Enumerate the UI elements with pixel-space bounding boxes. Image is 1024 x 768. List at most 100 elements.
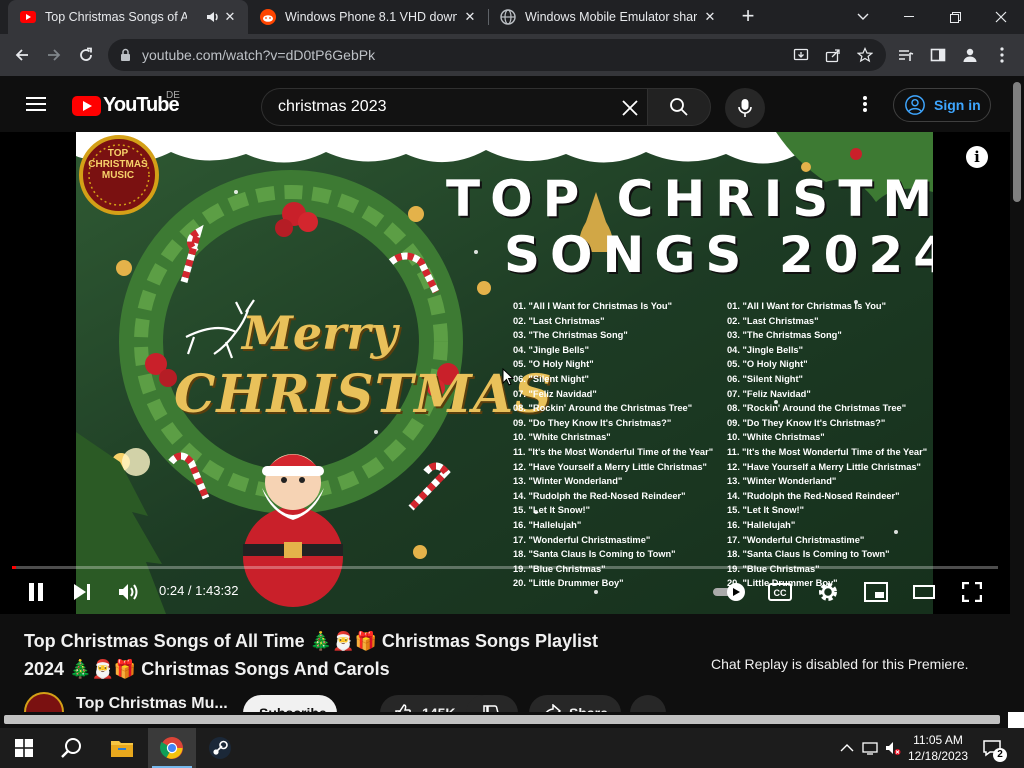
theater-mode-button[interactable] xyxy=(910,580,938,604)
star-icon[interactable] xyxy=(857,47,873,63)
url-text[interactable]: youtube.com/watch?v=dD0tP6GebPk xyxy=(142,47,375,63)
address-bar[interactable]: youtube.com/watch?v=dD0tP6GebPk xyxy=(108,39,886,71)
clear-search-icon[interactable] xyxy=(620,98,640,118)
globe-icon xyxy=(500,9,516,25)
new-tab-button[interactable]: + xyxy=(736,5,760,29)
share-icon[interactable] xyxy=(825,47,841,63)
network-icon[interactable] xyxy=(862,740,878,756)
badge-line: TOP xyxy=(107,148,129,159)
horizontal-scrollbar[interactable] xyxy=(0,712,1024,728)
close-icon xyxy=(995,11,1007,23)
song-list-item: 04. "Jingle Bells" xyxy=(513,344,589,355)
youtube-header: YouTube DE christmas 2023 Sign in xyxy=(0,76,1024,132)
action-center-button[interactable]: 2 xyxy=(982,738,1007,763)
minimize-icon xyxy=(904,16,914,17)
song-list-item: 01. "All I Want for Christmas Is You" xyxy=(727,301,886,311)
song-list-item: 11. "It's the Most Wonderful Time of the… xyxy=(513,446,714,457)
minimize-button[interactable] xyxy=(886,0,932,34)
vertical-scrollbar[interactable] xyxy=(1010,76,1024,712)
song-list-item: 01. "All I Want for Christmas Is You" xyxy=(513,301,672,311)
miniplayer-button[interactable] xyxy=(862,580,890,604)
taskbar-search-button[interactable] xyxy=(48,728,96,768)
tab-emulator[interactable]: Windows Mobile Emulator share ✕ xyxy=(488,0,728,34)
search-query[interactable]: christmas 2023 xyxy=(278,98,387,116)
country-code: DE xyxy=(166,90,180,101)
chrome-taskbar-button[interactable] xyxy=(148,728,196,768)
info-icon[interactable]: i xyxy=(966,146,988,168)
autoplay-toggle[interactable] xyxy=(712,580,748,604)
pause-button[interactable] xyxy=(22,580,50,604)
channel-name[interactable]: Top Christmas Mu... xyxy=(76,695,228,713)
thumbnail-merry: Merry xyxy=(242,306,398,360)
restore-button[interactable] xyxy=(932,0,978,34)
reload-icon xyxy=(80,47,92,61)
scrollbar-corner xyxy=(1008,712,1024,728)
steam-taskbar-button[interactable] xyxy=(196,728,244,768)
song-list-item: 09. "Do They Know It's Christmas?" xyxy=(513,417,672,428)
close-tab-icon[interactable]: ✕ xyxy=(222,9,238,25)
close-tab-icon[interactable]: ✕ xyxy=(462,9,478,25)
song-list-item: 05. "O Holy Night" xyxy=(727,359,808,370)
skip-next-icon xyxy=(74,584,90,600)
song-list-item: 10. "White Christmas" xyxy=(727,432,825,443)
gear-icon xyxy=(819,583,837,601)
fullscreen-button[interactable] xyxy=(958,580,986,604)
search-button[interactable] xyxy=(647,88,711,126)
forward-button[interactable] xyxy=(42,43,66,67)
search-input[interactable]: christmas 2023 xyxy=(261,88,648,126)
song-list-item: 06. "Silent Night" xyxy=(513,373,589,384)
steam-icon xyxy=(209,737,231,759)
settings-more-icon[interactable] xyxy=(855,94,875,114)
tab-title: Windows Phone 8.1 VHD download xyxy=(285,10,457,24)
video-title-line: 2024 🎄🎅🎁 Christmas Songs And Carols xyxy=(24,659,390,679)
song-list-item: 06. "Silent Night" xyxy=(727,373,803,384)
volume-muted-icon[interactable] xyxy=(885,740,901,756)
mute-button[interactable] xyxy=(115,580,143,604)
sign-in-button[interactable]: Sign in xyxy=(893,88,991,122)
voice-search-button[interactable] xyxy=(725,88,765,128)
song-list-item: 12. "Have Yourself a Merry Little Christ… xyxy=(513,461,707,472)
reload-button[interactable] xyxy=(74,43,98,67)
close-window-button[interactable] xyxy=(978,0,1024,34)
close-tab-icon[interactable]: ✕ xyxy=(702,9,718,25)
file-explorer-button[interactable] xyxy=(98,728,146,768)
profile-button[interactable] xyxy=(958,43,982,67)
channel-avatar[interactable] xyxy=(24,692,64,714)
song-list-item: 03. "The Christmas Song" xyxy=(513,330,628,341)
mouse-cursor-icon xyxy=(502,368,514,386)
speaker-icon[interactable] xyxy=(206,10,220,27)
media-controls-button[interactable] xyxy=(894,43,918,67)
browser-toolbar: youtube.com/watch?v=dD0tP6GebPk xyxy=(0,34,1024,76)
youtube-logo[interactable]: YouTube DE xyxy=(72,90,180,117)
thumbnail-headline-1: TOP CHRISTMAS xyxy=(446,170,933,228)
system-clock[interactable]: 11:05 AM 12/18/2023 xyxy=(900,732,976,764)
song-list-item: 15. "Let It Snow!" xyxy=(513,505,590,516)
song-list-item: 17. "Wonderful Christmastime" xyxy=(727,534,865,545)
tab-reddit[interactable]: Windows Phone 8.1 VHD download ✕ xyxy=(248,0,488,34)
tab-youtube[interactable]: Top Christmas Songs of All Time ✕ xyxy=(8,0,248,34)
next-button[interactable] xyxy=(68,580,96,604)
subtitles-button[interactable]: CC xyxy=(766,580,794,604)
tab-title: Top Christmas Songs of All Time xyxy=(45,10,187,24)
song-list-item: 17. "Wonderful Christmastime" xyxy=(513,534,651,545)
settings-button[interactable] xyxy=(814,580,842,604)
install-icon[interactable] xyxy=(793,47,809,63)
chevron-up-icon[interactable] xyxy=(839,740,855,756)
tab-search-button[interactable] xyxy=(840,0,886,34)
video-title-line: Top Christmas Songs of All Time 🎄🎅🎁 Chri… xyxy=(24,631,599,651)
clock-date: 12/18/2023 xyxy=(907,749,969,763)
progress-bar[interactable] xyxy=(12,566,998,569)
scrollbar-thumb[interactable] xyxy=(4,715,1000,724)
badge-line: CHRISTMAS xyxy=(88,159,148,170)
scrollbar-thumb[interactable] xyxy=(1013,82,1021,202)
side-panel-button[interactable] xyxy=(926,43,950,67)
lock-icon[interactable] xyxy=(120,48,131,62)
media-queue-icon xyxy=(899,50,914,61)
back-button[interactable] xyxy=(10,43,34,67)
reddit-icon xyxy=(260,9,276,25)
song-list-item: 04. "Jingle Bells" xyxy=(727,344,803,355)
start-button[interactable] xyxy=(0,728,48,768)
chrome-menu-button[interactable] xyxy=(990,43,1014,67)
menu-icon[interactable] xyxy=(26,97,46,111)
restore-icon xyxy=(949,11,961,23)
